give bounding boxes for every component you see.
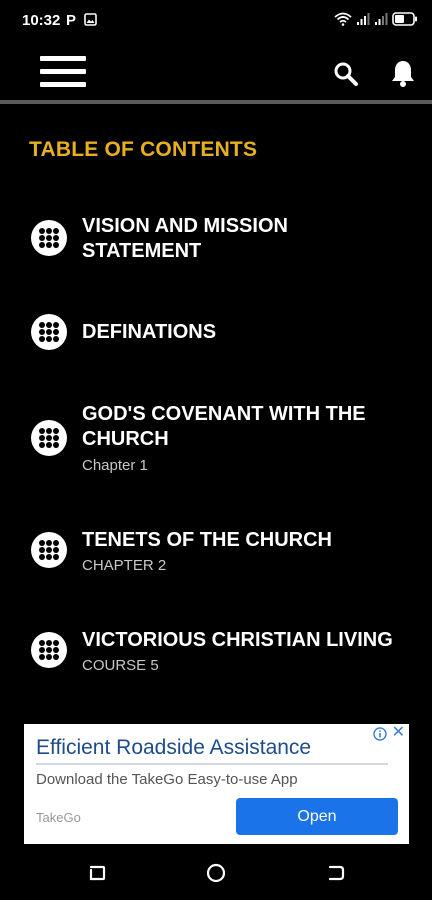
toc-item-title: GOD'S COVENANT WITH THE CHURCH — [82, 403, 366, 450]
status-icons — [334, 12, 418, 26]
battery-icon — [392, 12, 417, 26]
grid-dots-icon — [31, 532, 67, 568]
ad-open-button[interactable]: Open — [236, 798, 398, 835]
toc-item-vision-mission[interactable]: VISION AND MISSION STATEMENT — [0, 212, 432, 272]
ad-title-underline — [36, 763, 388, 765]
ad-banner[interactable]: Efficient Roadside Assistance ✕ Download… — [24, 724, 409, 844]
ad-advertiser: TakeGo — [36, 810, 81, 825]
status-bar: 10:32 P — [0, 0, 432, 40]
toc-heading: TABLE OF CONTENTS — [29, 138, 258, 161]
toc-item-subtitle: CHAPTER 2 — [82, 557, 167, 574]
toc-item-tenets[interactable]: TENETS OF THE CHURCH CHAPTER 2 — [0, 526, 432, 582]
ad-title[interactable]: Efficient Roadside Assistance — [36, 736, 311, 760]
image-icon — [84, 13, 97, 26]
search-icon[interactable] — [333, 61, 359, 87]
toc-item-title: VISION AND MISSION STATEMENT — [82, 215, 288, 262]
ad-choices-icon[interactable] — [373, 727, 387, 741]
wifi-icon — [334, 12, 352, 26]
toc-item-covenant[interactable]: GOD'S COVENANT WITH THE CHURCH Chapter 1 — [0, 400, 432, 480]
toc-item-victorious-living[interactable]: VICTORIOUS CHRISTIAN LIVING COURSE 5 — [0, 626, 432, 682]
grid-dots-icon — [31, 632, 67, 668]
ad-description: Download the TakeGo Easy-to-use App — [36, 771, 298, 788]
grid-dots-icon — [31, 220, 67, 256]
grid-dots-icon — [31, 314, 67, 350]
bell-icon[interactable] — [390, 59, 416, 87]
parking-indicator: P — [66, 12, 77, 29]
toc-item-subtitle: COURSE 5 — [82, 657, 159, 674]
toc-item-title: VICTORIOUS CHRISTIAN LIVING — [82, 629, 393, 651]
toc-item-title: DEFINATIONS — [82, 321, 217, 343]
signal-icon — [375, 13, 388, 25]
grid-dots-icon — [31, 420, 67, 456]
toc-item-title: TENETS OF THE CHURCH — [82, 529, 332, 551]
toc-item-subtitle: Chapter 1 — [82, 457, 148, 474]
toc-item-definations[interactable]: DEFINATIONS — [0, 314, 432, 354]
back-icon[interactable] — [325, 862, 347, 884]
close-icon[interactable]: ✕ — [392, 725, 405, 741]
app-bar-divider — [0, 100, 432, 104]
recents-icon[interactable] — [86, 862, 108, 884]
menu-icon[interactable] — [40, 56, 86, 90]
status-time: 10:32 — [22, 12, 61, 29]
signal-icon — [357, 13, 370, 25]
home-icon[interactable] — [205, 862, 227, 884]
